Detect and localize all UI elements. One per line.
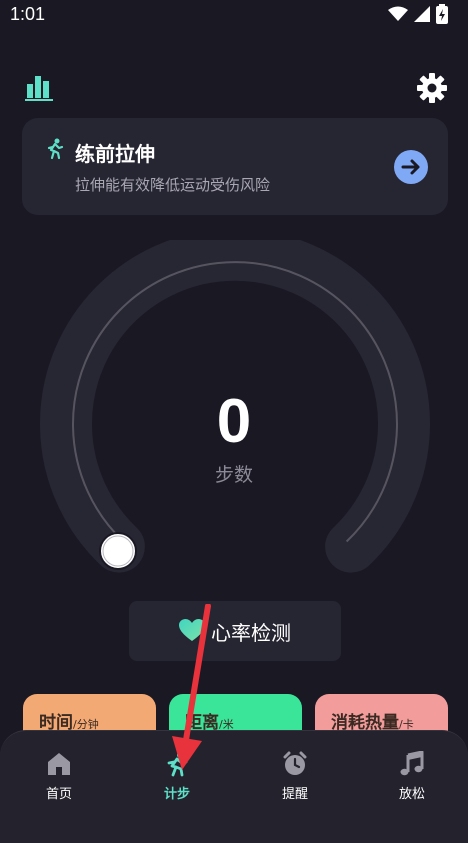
gauge-progress-knob[interactable]	[99, 532, 137, 570]
status-bar: 1:01	[0, 0, 468, 28]
gear-icon[interactable]	[416, 72, 448, 104]
stretch-title: 练前拉伸	[75, 142, 155, 166]
signal-icon	[414, 6, 430, 22]
arrow-right-button[interactable]	[394, 150, 428, 184]
heart-rate-button[interactable]: 心率检测	[129, 601, 341, 661]
nav-item-reminder[interactable]: 提醒	[245, 751, 345, 802]
status-time: 1:01	[10, 3, 46, 24]
stretch-subtitle: 拉伸能有效降低运动受伤风险	[75, 176, 271, 194]
arrow-right-icon	[401, 159, 420, 175]
nav-item-relax[interactable]: 放松	[362, 751, 462, 802]
nav-label: 首页	[45, 787, 72, 802]
heart-rate-label: 心率检测	[211, 620, 291, 645]
step-count: 0	[216, 387, 252, 456]
step-label: 步数	[214, 464, 253, 486]
bar-chart-icon[interactable]	[24, 72, 54, 102]
music-note-icon	[400, 751, 424, 776]
wifi-icon	[388, 6, 408, 21]
runner-icon	[47, 138, 64, 160]
pre-workout-stretch-card[interactable]: 练前拉伸 拉伸能有效降低运动受伤风险	[22, 118, 448, 215]
alarm-clock-icon	[283, 751, 307, 775]
status-icons	[388, 4, 448, 24]
annotation-arrow-icon	[172, 604, 211, 770]
nav-item-home[interactable]: 首页	[9, 751, 109, 802]
top-toolbar	[0, 70, 468, 106]
nav-label: 提醒	[281, 787, 308, 802]
nav-label: 计步	[163, 787, 190, 802]
nav-label: 放松	[398, 787, 425, 802]
home-icon	[48, 753, 70, 775]
bottom-nav: 首页 计步 提醒 放松	[0, 730, 468, 843]
battery-charging-icon	[436, 4, 448, 24]
